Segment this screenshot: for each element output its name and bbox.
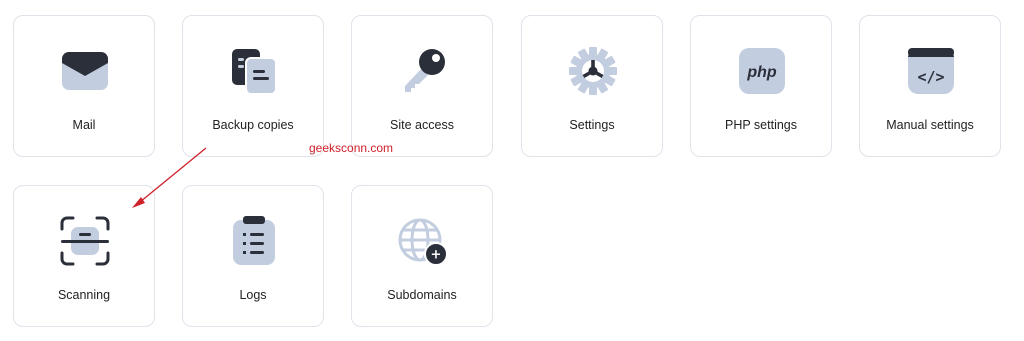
tile-label: Settings [569,118,615,132]
tile-manual-settings[interactable]: </> Manual settings [859,15,1001,157]
tile-label: PHP settings [724,118,798,132]
tile-label: Mail [72,118,96,132]
tile-label: Site access [390,118,454,132]
tile-php-settings[interactable]: php PHP settings [690,15,832,157]
tile-mail[interactable]: Mail [13,15,155,157]
clipboard-list-icon [229,216,279,266]
tile-subdomains[interactable]: + Subdomains [351,185,493,327]
tile-label: Logs [239,288,267,302]
php-icon: php [737,46,787,96]
mail-icon [60,46,110,96]
scan-icon [60,216,110,266]
key-icon [398,46,448,96]
plus-badge-text: + [431,248,442,263]
tile-logs[interactable]: Logs [182,185,324,327]
tile-settings[interactable]: Settings [521,15,663,157]
tile-backup-copies[interactable]: Backup copies [182,15,324,157]
tile-scanning[interactable]: Scanning [13,185,155,327]
globe-plus-icon: + [398,216,448,266]
tile-label: Manual settings [886,118,974,132]
code-icon-text: </> [917,68,944,86]
code-brackets-icon: </> [906,46,956,96]
tile-label: Subdomains [387,288,457,302]
tile-site-access[interactable]: Site access [351,15,493,157]
php-icon-text: php [746,64,777,81]
watermark-text: geeksconn.com [309,141,394,155]
tile-label: Backup copies [212,118,294,132]
tile-label: Scanning [57,288,111,302]
backup-copies-icon [229,46,279,96]
gear-icon [568,46,618,96]
